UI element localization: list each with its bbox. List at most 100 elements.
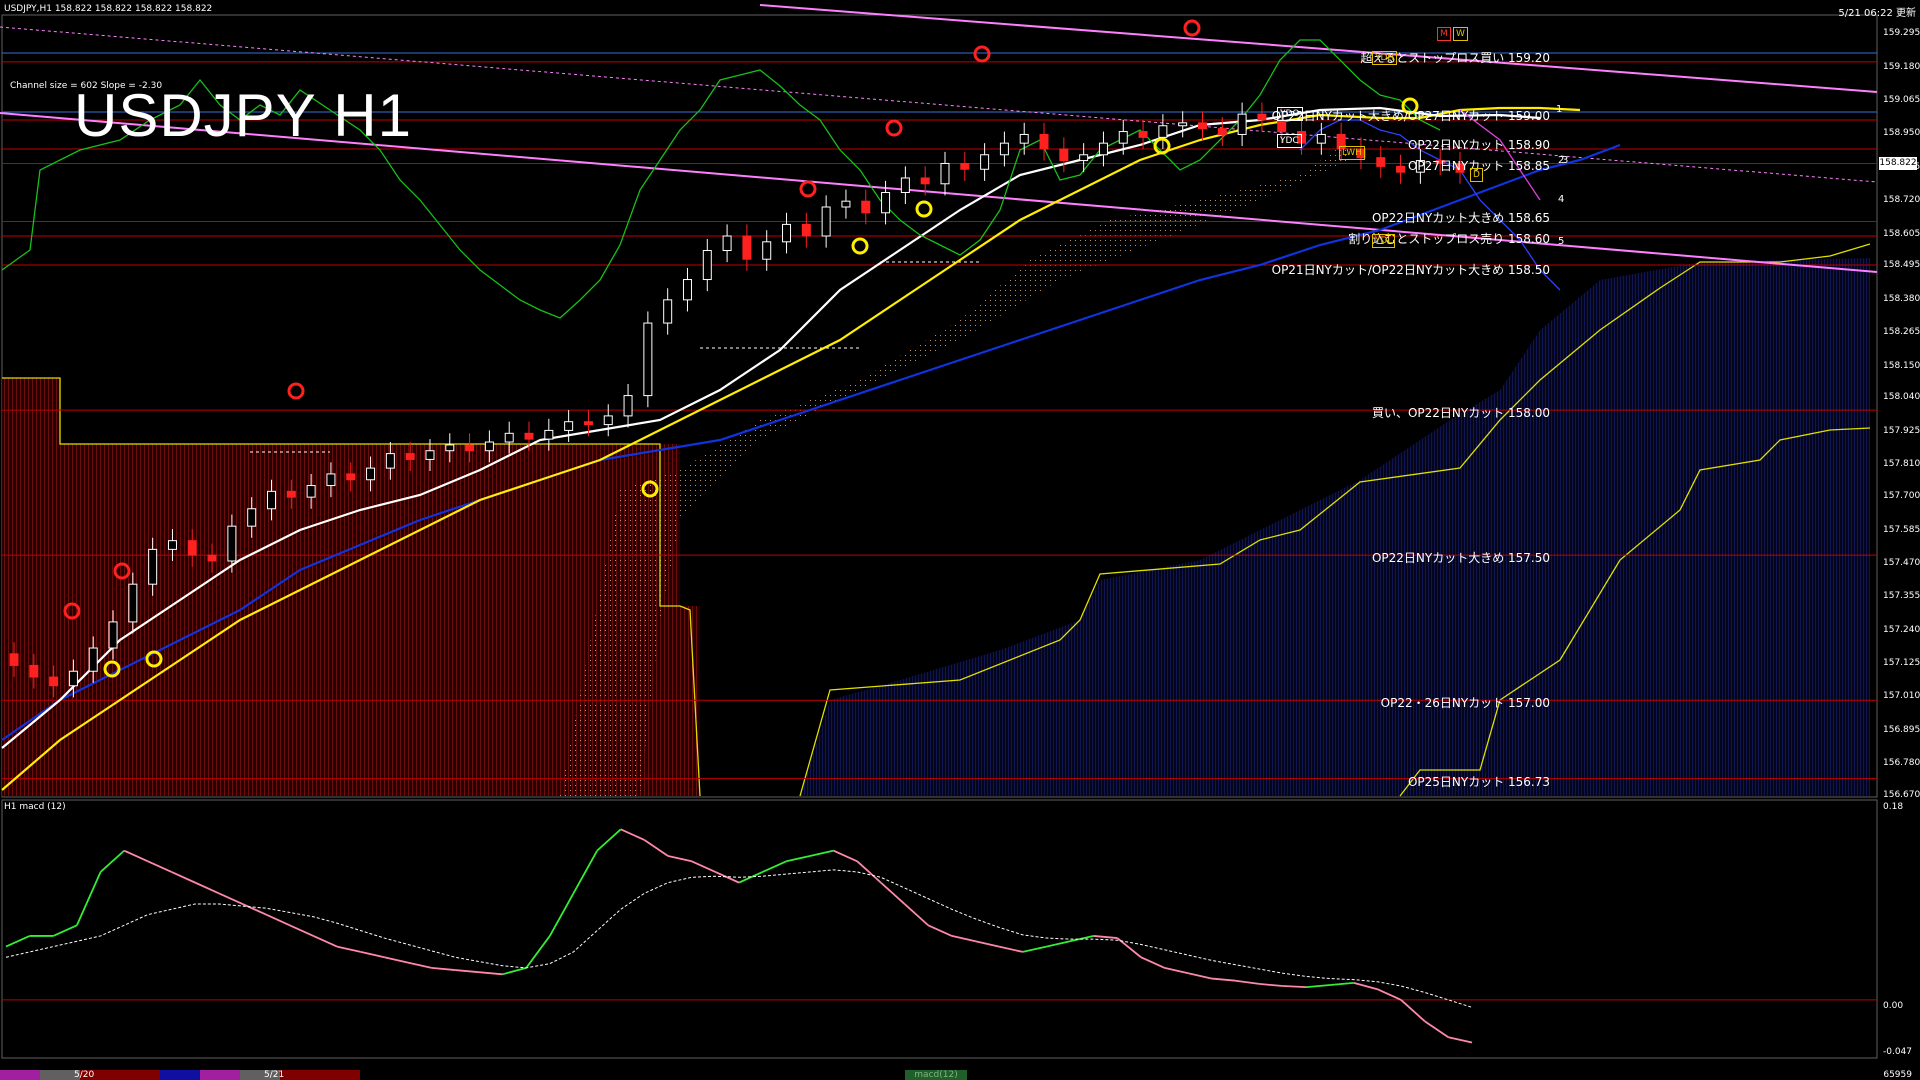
macd-main-segment: [242, 903, 267, 916]
candle-body: [1396, 165, 1406, 173]
candle-body: [167, 540, 177, 550]
macd-main-segment: [927, 924, 953, 937]
buy-signal: [915, 200, 933, 218]
candle-body: [88, 647, 98, 672]
macd-main-segment: [265, 913, 291, 927]
wave-label-3: 3: [1562, 155, 1569, 166]
candle-body: [187, 540, 197, 556]
candle-body: [108, 621, 118, 649]
macd-main-segment: [833, 849, 858, 863]
macd-main-segment: [525, 935, 551, 969]
candle-body: [128, 583, 138, 623]
price-tick: 157.010: [1883, 691, 1920, 702]
price-tick: 157.585: [1883, 524, 1920, 535]
w-marker: W: [1453, 27, 1468, 41]
macd-main-segment: [998, 945, 1023, 953]
candle-body: [1118, 131, 1128, 144]
candle-body: [544, 429, 554, 440]
candle-body: [346, 473, 356, 481]
candle-body: [861, 200, 871, 214]
price-tick: 159.295: [1883, 28, 1920, 39]
macd-main-segment: [1164, 967, 1189, 975]
macd-main-segment: [431, 967, 456, 971]
price-tick: 157.810: [1883, 459, 1920, 470]
macd-main-segment: [1211, 977, 1236, 982]
macd-main-segment: [502, 967, 527, 976]
candle-body: [564, 421, 574, 431]
level-label: OP21日NYカット/OP22日NYカット大きめ 158.50: [1271, 263, 1550, 278]
macd-main-segment: [1330, 981, 1354, 986]
macd-main-segment: [455, 969, 479, 974]
candle-body: [682, 279, 692, 301]
level-label: OP25日NYカット 156.73: [1407, 774, 1550, 789]
price-tick: 157.125: [1883, 657, 1920, 668]
d-marker: D: [1470, 168, 1483, 182]
candle-body: [326, 473, 336, 487]
ichimoku-cloud: [2, 140, 1871, 797]
macd-main-segment: [1235, 979, 1260, 985]
price-tick: 157.925: [1883, 425, 1920, 436]
macd-main-segment: [1259, 983, 1283, 987]
candle-body: [366, 467, 376, 481]
candle-body: [801, 223, 811, 237]
candle-body: [722, 235, 732, 252]
candle-body: [385, 453, 395, 469]
candle-body: [148, 548, 158, 585]
macd-main-segment: [1306, 984, 1331, 988]
macd-main-segment: [313, 935, 338, 948]
candle-body: [247, 508, 257, 527]
candle-body: [1257, 113, 1267, 121]
macd-main-segment: [691, 860, 716, 873]
candle-body: [742, 235, 752, 260]
symbol-header: USDJPY,H1 158.822 158.822 158.822 158.82…: [4, 4, 213, 14]
candle-body: [445, 444, 455, 452]
channel-line-upper: [759, 4, 1878, 93]
macd-main-segment: [1424, 1020, 1449, 1038]
macd-main-segment: [218, 892, 243, 905]
macd-signal-line: [5, 869, 1473, 1008]
level-label: OP22日NYカット大きめ 157.50: [1371, 551, 1550, 566]
macd-main-segment: [1093, 935, 1118, 939]
candle-body: [1098, 142, 1108, 156]
candle-body: [663, 299, 673, 324]
macd-main-segment: [620, 828, 645, 841]
price-chart[interactable]: [0, 0, 1920, 1080]
macd-main-segment: [1448, 1036, 1473, 1044]
macd-tab[interactable]: macd(12): [905, 1070, 967, 1080]
wave-label-4: 4: [1558, 194, 1565, 205]
candle-body: [960, 162, 970, 170]
macd-main-segment: [384, 956, 409, 964]
macd-main-segment: [99, 849, 125, 873]
date-label-1: 5/20: [74, 1070, 95, 1080]
macd-main-segment: [856, 860, 882, 884]
wave-label-5: 5: [1558, 236, 1565, 247]
macd-main-segment: [738, 871, 764, 884]
macd-main-segment: [975, 940, 1000, 948]
candle-body: [782, 223, 792, 243]
chart-title: USDJPY H1: [74, 82, 413, 149]
macd-main-segment: [5, 935, 31, 948]
candle-body: [49, 676, 59, 687]
lwh-marker: LWH: [1339, 146, 1365, 160]
price-tick: 158.040: [1883, 392, 1920, 403]
macd-main-segment: [1140, 956, 1165, 969]
macd-main-segment: [52, 924, 78, 937]
price-tick: 156.895: [1883, 724, 1920, 735]
price-tick: 158.605: [1883, 228, 1920, 239]
price-tick: 158.265: [1883, 327, 1920, 338]
level-label: OP22日NYカット大きめ 158.65: [1371, 210, 1550, 225]
macd-panel-frame: [1, 799, 1878, 1059]
price-tick: 159.180: [1883, 61, 1920, 72]
candle-body: [980, 154, 990, 170]
macd-main-segment: [360, 951, 385, 959]
price-tick: 157.355: [1883, 591, 1920, 602]
macd-main-segment: [1353, 981, 1378, 991]
level-label: OP22・26日NYカット 157.00: [1380, 696, 1550, 711]
price-tick: 158.150: [1883, 360, 1920, 371]
ydh-marker: YDH: [1372, 51, 1398, 65]
macd-main-segment: [289, 924, 314, 937]
candle-body: [207, 554, 217, 562]
candle-body: [881, 191, 891, 214]
ydl-marker: YDL: [1372, 234, 1396, 248]
candle-body: [841, 200, 851, 208]
